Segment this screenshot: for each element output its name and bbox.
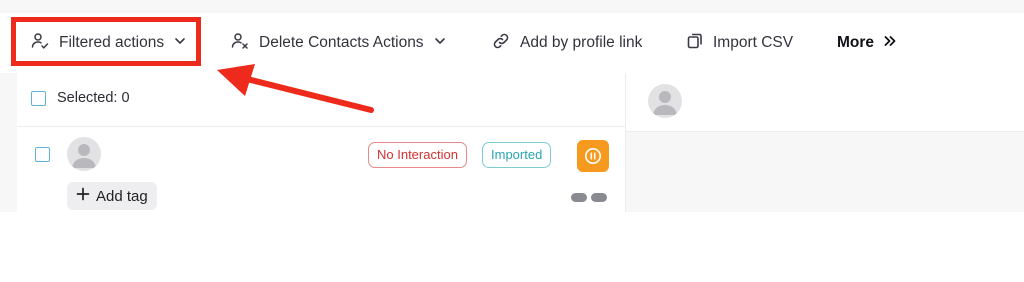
pause-circle-icon (585, 148, 601, 164)
pause-button[interactable] (577, 140, 609, 172)
contact-detail-panel (626, 73, 1024, 212)
delete-contacts-actions-label: Delete Contacts Actions (259, 34, 424, 51)
delete-contacts-actions-dropdown[interactable]: Delete Contacts Actions (230, 29, 447, 57)
chevron-down-icon (173, 34, 187, 53)
add-by-profile-link-label: Add by profile link (520, 34, 643, 51)
selected-count-label: Selected: 0 (57, 90, 130, 106)
copy-icon (686, 32, 704, 55)
person-placeholder-icon (72, 144, 96, 168)
user-check-icon (30, 31, 50, 56)
annotation-arrow-icon (217, 64, 374, 113)
more-button[interactable]: More (837, 29, 897, 57)
avatar (648, 84, 682, 118)
drag-handle-right[interactable] (591, 193, 607, 202)
source-badge: Imported (482, 142, 552, 168)
app-window: Filtered actions Delete Contacts Actions (0, 0, 1024, 212)
more-label: More (837, 34, 875, 51)
add-tag-label: Add tag (96, 187, 148, 205)
chevron-down-icon (433, 34, 447, 53)
detail-header (626, 73, 1024, 132)
avatar (67, 137, 101, 171)
contact-checkbox[interactable] (35, 147, 50, 162)
add-by-profile-link-button[interactable]: Add by profile link (491, 29, 642, 57)
person-placeholder-icon (653, 91, 677, 115)
drag-handle-left[interactable] (571, 193, 587, 202)
filtered-actions-label: Filtered actions (59, 34, 165, 51)
status-badge: No Interaction (368, 142, 467, 168)
plus-icon (76, 187, 90, 205)
import-csv-label: Import CSV (713, 34, 794, 51)
toolbar: Filtered actions Delete Contacts Actions (0, 13, 1024, 73)
add-tag-button[interactable]: Add tag (67, 182, 157, 210)
import-csv-button[interactable]: Import CSV (686, 29, 793, 57)
select-all-checkbox[interactable] (31, 91, 46, 106)
user-x-icon (230, 31, 250, 56)
double-chevron-right-icon (883, 34, 897, 53)
filtered-actions-dropdown[interactable]: Filtered actions (30, 29, 187, 57)
link-icon (491, 31, 511, 56)
